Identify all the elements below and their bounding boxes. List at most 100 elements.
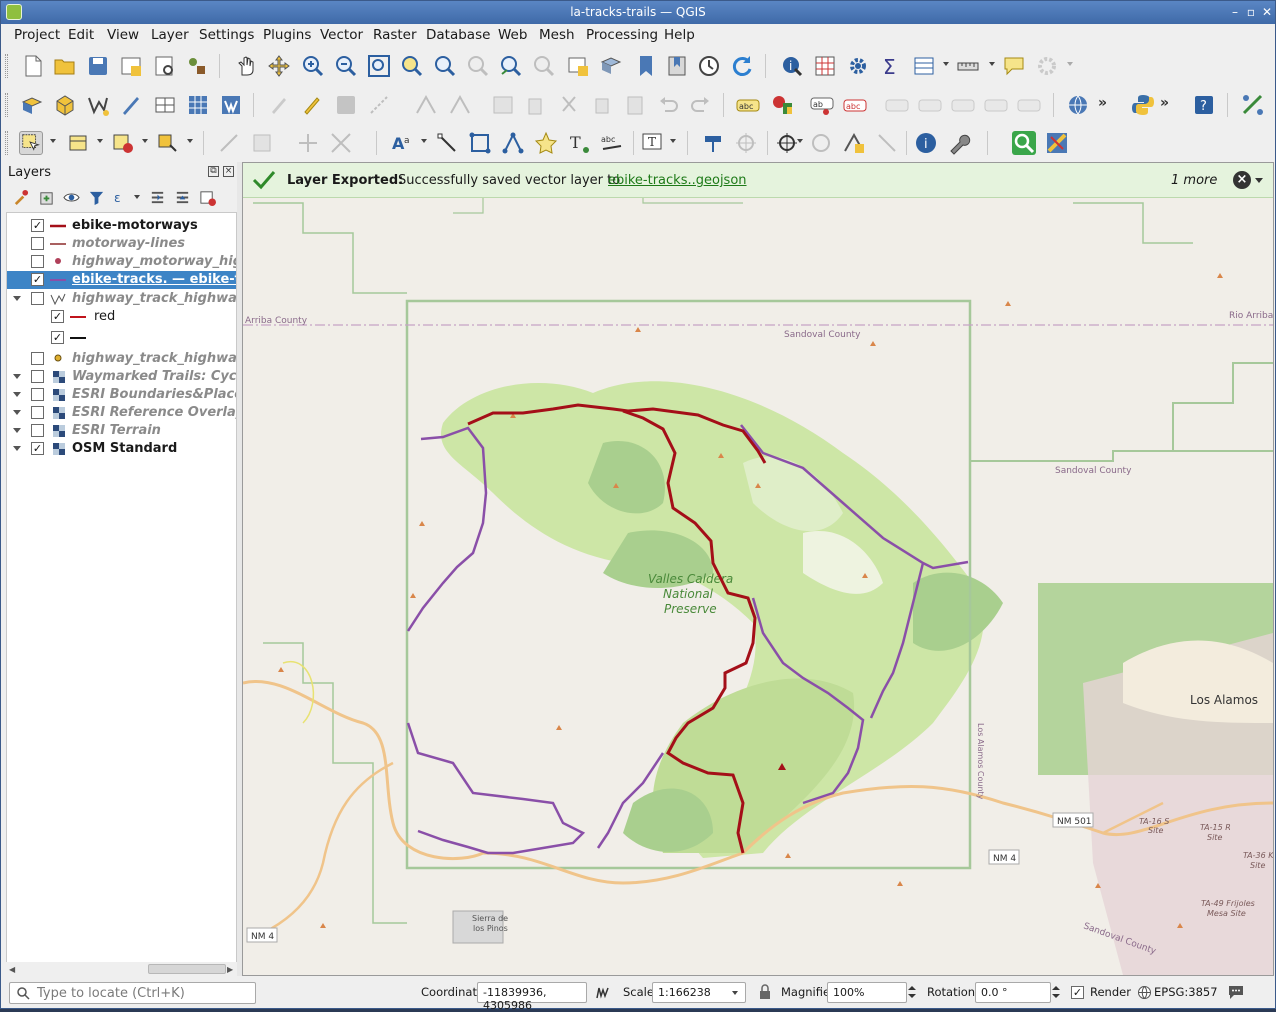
- refresh-icon[interactable]: [730, 54, 754, 78]
- dropdown-arrow-icon[interactable]: [943, 62, 949, 66]
- manage-visibility-icon[interactable]: [63, 189, 80, 206]
- scale-dropdown-arrow-icon[interactable]: [732, 991, 738, 995]
- rotate-label-icon[interactable]: [984, 93, 1008, 117]
- menu-processing[interactable]: Processing: [586, 27, 658, 43]
- toolbar-handle[interactable]: [5, 131, 8, 155]
- toggle-editing-icon[interactable]: [300, 93, 324, 117]
- legend-row-red[interactable]: ✓ red: [7, 308, 236, 326]
- open-layer-styling-icon[interactable]: [12, 189, 29, 206]
- add-wms-layer-icon[interactable]: [219, 93, 243, 117]
- zoom-out-icon[interactable]: [334, 54, 358, 78]
- float-panel-icon[interactable]: ⧉: [208, 166, 219, 177]
- identify-shape-icon[interactable]: [156, 131, 180, 155]
- save-layer-edits-icon[interactable]: [334, 93, 358, 117]
- close-panel-icon[interactable]: ×: [223, 166, 234, 177]
- map-canvas[interactable]: Layer Exported: Successfully saved vecto…: [242, 162, 1274, 976]
- locator-search[interactable]: Type to locate (Ctrl+K): [9, 982, 256, 1004]
- dropdown-arrow-icon[interactable]: [50, 139, 56, 143]
- layer-row-highway-track-lines[interactable]: highway_track_highway_path: [7, 290, 236, 308]
- layer-row-ebike-motorways[interactable]: ✓ ebike-motorways: [7, 217, 236, 235]
- expand-all-icon[interactable]: [149, 189, 166, 206]
- menu-web[interactable]: Web: [498, 27, 527, 43]
- menu-edit[interactable]: Edit: [68, 27, 94, 43]
- add-delimited-text-layer-icon[interactable]: [119, 93, 143, 117]
- new-geopackage-layer-icon[interactable]: [53, 93, 77, 117]
- map-tips-icon[interactable]: [1002, 54, 1026, 78]
- close-message-icon[interactable]: ×: [1233, 171, 1251, 189]
- expand-arrow-icon[interactable]: [13, 296, 21, 301]
- dropdown-arrow-icon[interactable]: [989, 62, 995, 66]
- minimize-icon[interactable]: –: [1227, 4, 1243, 20]
- change-label-icon[interactable]: [1017, 93, 1041, 117]
- show-unplaced-labels-icon[interactable]: abc: [843, 93, 867, 117]
- legend-row-black[interactable]: ✓: [7, 329, 236, 347]
- simplify-feature-icon[interactable]: [296, 131, 320, 155]
- add-mesh-layer-icon[interactable]: [153, 93, 177, 117]
- dropdown-arrow-icon[interactable]: [670, 139, 676, 143]
- messages-log-icon[interactable]: [1227, 983, 1245, 1001]
- identify-features-icon[interactable]: i: [780, 54, 804, 78]
- overflow-chevron-icon[interactable]: »: [1098, 95, 1122, 119]
- paste-features-icon[interactable]: [623, 93, 647, 117]
- highlight-pinned-labels-icon[interactable]: ab: [810, 93, 834, 117]
- layer-checkbox[interactable]: [31, 424, 44, 437]
- expand-arrow-icon[interactable]: [13, 374, 21, 379]
- dropdown-arrow-icon[interactable]: [97, 139, 103, 143]
- layer-checkbox[interactable]: [31, 237, 44, 250]
- dropdown-arrow-icon[interactable]: [187, 139, 193, 143]
- vertex-tool-icon[interactable]: [414, 93, 438, 117]
- annotation-line-text-icon[interactable]: abc: [600, 131, 624, 155]
- exported-file-link[interactable]: ebike-tracks..geojson: [608, 173, 747, 188]
- annotation-polygon-icon[interactable]: [468, 131, 492, 155]
- layer-row-esri-boundaries[interactable]: ESRI Boundaries&Places: [7, 386, 236, 404]
- layer-checkbox[interactable]: ✓: [31, 219, 44, 232]
- zoom-to-layer-icon[interactable]: [433, 54, 457, 78]
- measure-line-icon[interactable]: [956, 54, 980, 78]
- dropdown-arrow-icon[interactable]: [134, 195, 140, 199]
- pin-label-icon[interactable]: [885, 93, 909, 117]
- layer-row-highway-track-points[interactable]: highway_track_highway_path: [7, 350, 236, 368]
- rotate-feature-icon[interactable]: [250, 131, 274, 155]
- cut-features-icon[interactable]: [557, 93, 581, 117]
- lock-scale-icon[interactable]: [758, 984, 772, 1000]
- rotation-spin-icon[interactable]: [1050, 982, 1062, 1003]
- zoom-to-selection-icon[interactable]: [400, 54, 424, 78]
- plugin-palette-icon[interactable]: [1045, 131, 1069, 155]
- zoom-next-icon[interactable]: [532, 54, 556, 78]
- open-project-icon[interactable]: [53, 54, 77, 78]
- show-hide-label-icon[interactable]: [918, 93, 942, 117]
- menu-vector[interactable]: Vector: [320, 27, 363, 43]
- menu-raster[interactable]: Raster: [373, 27, 417, 43]
- scroll-left-icon[interactable]: ◀: [9, 965, 15, 974]
- menu-mesh[interactable]: Mesh: [539, 27, 575, 43]
- info-icon[interactable]: i: [914, 131, 938, 155]
- move-label-icon[interactable]: [951, 93, 975, 117]
- menu-settings[interactable]: Settings: [199, 27, 254, 43]
- web-globe-icon[interactable]: [1066, 93, 1090, 117]
- magnifier-spin-icon[interactable]: [906, 982, 918, 1003]
- menu-view[interactable]: View: [107, 27, 139, 43]
- digitize-icon[interactable]: [367, 93, 391, 117]
- crosshair-icon[interactable]: [734, 131, 758, 155]
- python-console-icon[interactable]: [1131, 93, 1155, 117]
- collapse-all-icon[interactable]: [174, 189, 191, 206]
- maximize-icon[interactable]: ▫: [1243, 4, 1259, 20]
- settings-gear-icon[interactable]: [1035, 54, 1059, 78]
- layer-checkbox[interactable]: ✓: [31, 273, 44, 286]
- scroll-right-icon[interactable]: ▶: [227, 965, 233, 974]
- dropdown-arrow-icon[interactable]: [1067, 62, 1073, 66]
- redo-icon[interactable]: [689, 93, 713, 117]
- scrollbar-thumb[interactable]: [148, 964, 226, 974]
- menu-database[interactable]: Database: [426, 27, 490, 43]
- annotation-text-icon[interactable]: Aa: [390, 131, 414, 155]
- dropdown-arrow-icon[interactable]: [142, 139, 148, 143]
- wrench-icon[interactable]: [947, 131, 971, 155]
- layout-manager-icon[interactable]: [152, 54, 176, 78]
- zoom-native-icon[interactable]: [466, 54, 490, 78]
- layer-labeling-icon[interactable]: abc: [736, 93, 760, 117]
- filter-legend-icon[interactable]: [88, 189, 105, 206]
- add-circle-icon[interactable]: [809, 131, 833, 155]
- legend-checkbox[interactable]: ✓: [51, 310, 64, 323]
- filter-by-expression-icon[interactable]: ε: [113, 189, 130, 206]
- annotation-nodes-icon[interactable]: [501, 131, 525, 155]
